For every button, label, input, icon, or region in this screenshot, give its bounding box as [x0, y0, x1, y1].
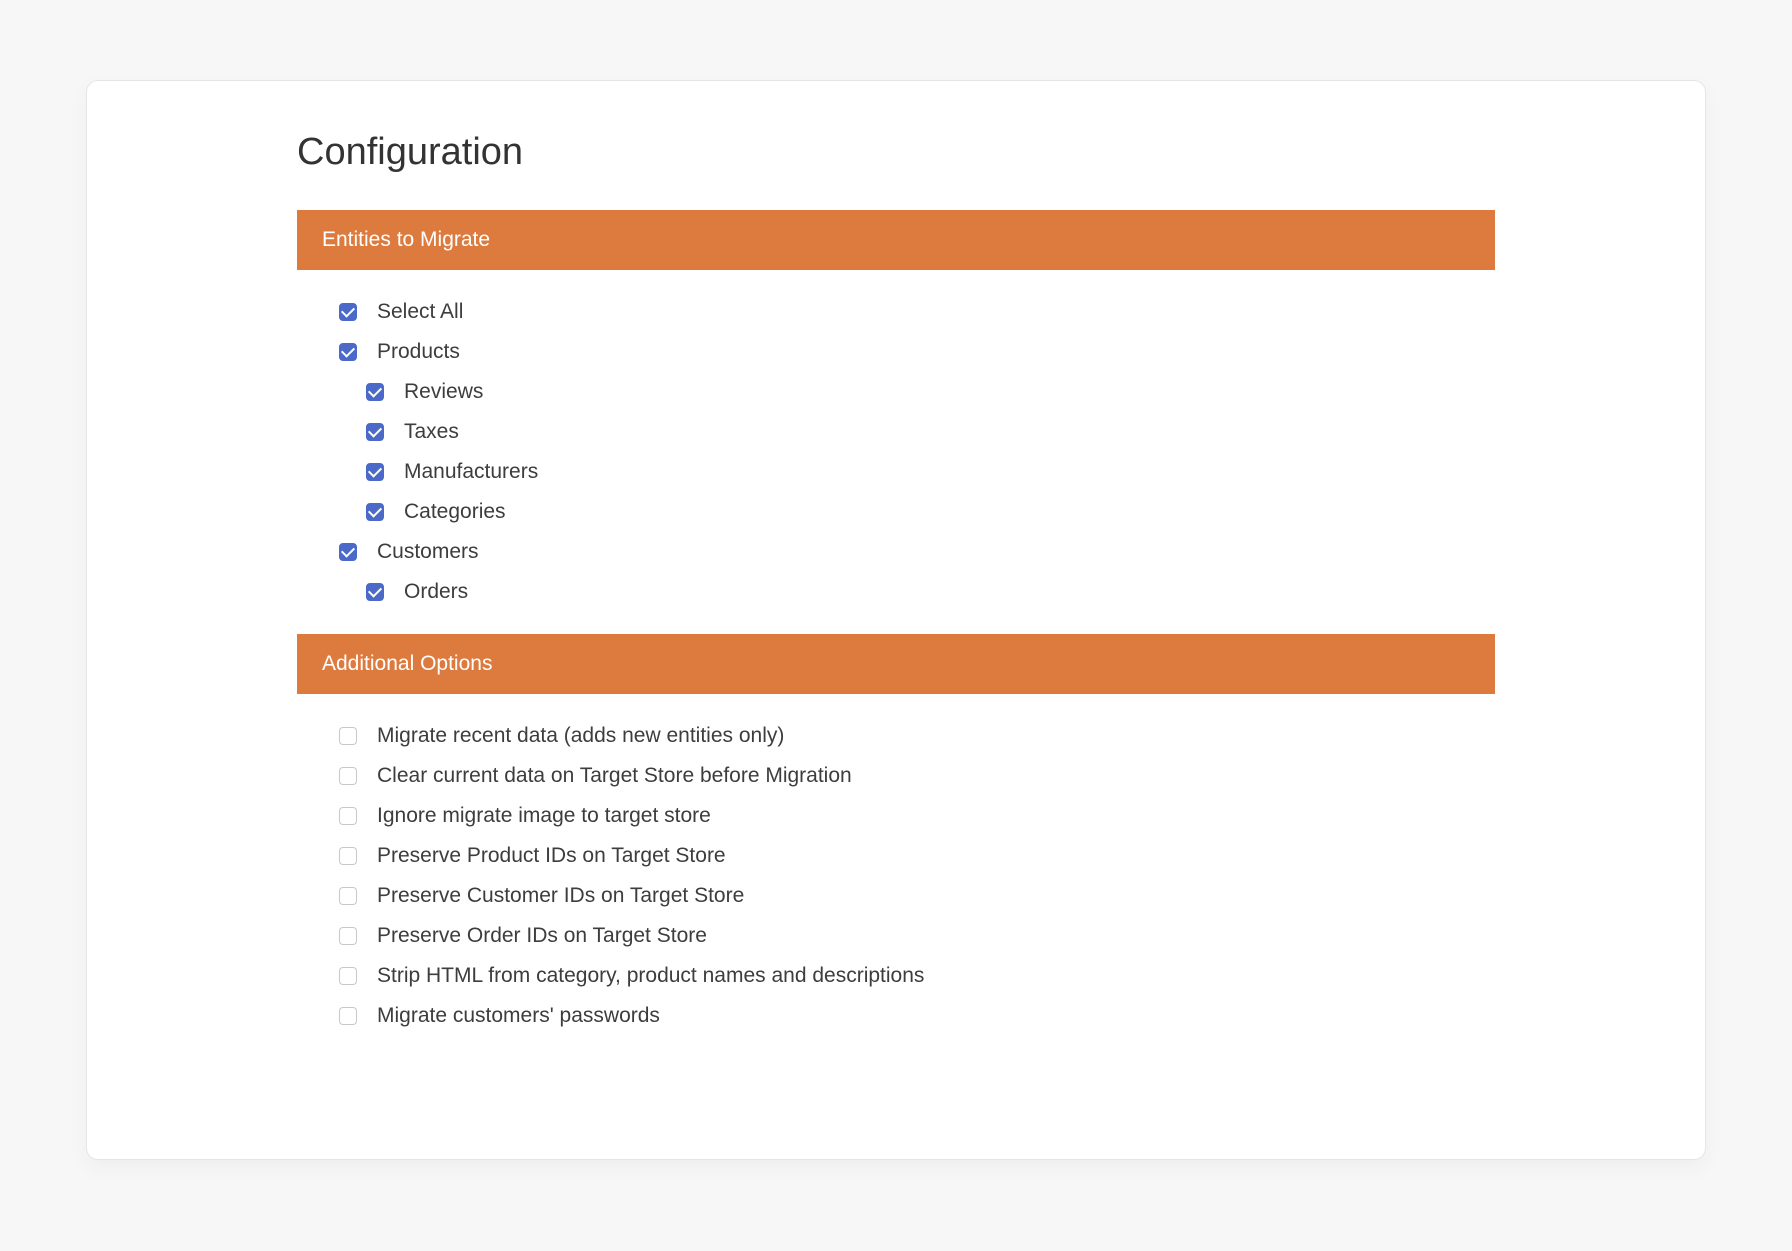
entities-section-body: Select All Products Reviews Taxes Manufactur…	[297, 300, 1495, 634]
entities-label-orders: Orders	[404, 580, 468, 604]
options-section-body: Migrate recent data (adds new entities o…	[297, 724, 1495, 1058]
options-row-strip-html-from-category-product-names-and-descriptions: Strip HTML from category, product names …	[339, 964, 1495, 988]
options-checkbox-migrate-recent-data-adds-new-entities-only[interactable]	[339, 727, 357, 745]
entities-row-reviews: Reviews	[339, 380, 1495, 404]
entities-checkbox-customers[interactable]	[339, 543, 357, 561]
entities-label-taxes: Taxes	[404, 420, 459, 444]
entities-row-manufacturers: Manufacturers	[339, 460, 1495, 484]
options-row-preserve-customer-ids-on-target-store: Preserve Customer IDs on Target Store	[339, 884, 1495, 908]
entities-label-select-all: Select All	[377, 300, 463, 324]
options-checkbox-strip-html-from-category-product-names-and-descriptions[interactable]	[339, 967, 357, 985]
entities-checkbox-orders[interactable]	[366, 583, 384, 601]
entities-label-customers: Customers	[377, 540, 479, 564]
options-checkbox-preserve-product-ids-on-target-store[interactable]	[339, 847, 357, 865]
options-label-migrate-recent-data-adds-new-entities-only: Migrate recent data (adds new entities o…	[377, 724, 784, 748]
entities-row-taxes: Taxes	[339, 420, 1495, 444]
options-label-preserve-product-ids-on-target-store: Preserve Product IDs on Target Store	[377, 844, 726, 868]
options-label-ignore-migrate-image-to-target-store: Ignore migrate image to target store	[377, 804, 711, 828]
page-title: Configuration	[297, 131, 1495, 174]
entities-label-manufacturers: Manufacturers	[404, 460, 538, 484]
entities-checkbox-manufacturers[interactable]	[366, 463, 384, 481]
options-row-migrate-recent-data-adds-new-entities-only: Migrate recent data (adds new entities o…	[339, 724, 1495, 748]
options-row-ignore-migrate-image-to-target-store: Ignore migrate image to target store	[339, 804, 1495, 828]
options-checkbox-preserve-order-ids-on-target-store[interactable]	[339, 927, 357, 945]
entities-row-select-all: Select All	[339, 300, 1495, 324]
entities-section-header: Entities to Migrate	[297, 210, 1495, 270]
options-section-header: Additional Options	[297, 634, 1495, 694]
options-label-preserve-customer-ids-on-target-store: Preserve Customer IDs on Target Store	[377, 884, 744, 908]
options-label-clear-current-data-on-target-store-before-migration: Clear current data on Target Store befor…	[377, 764, 852, 788]
entities-checkbox-reviews[interactable]	[366, 383, 384, 401]
options-row-migrate-customers-passwords: Migrate customers' passwords	[339, 1004, 1495, 1028]
options-checkbox-ignore-migrate-image-to-target-store[interactable]	[339, 807, 357, 825]
entities-checkbox-select-all[interactable]	[339, 303, 357, 321]
entities-row-customers: Customers	[339, 540, 1495, 564]
options-row-clear-current-data-on-target-store-before-migration: Clear current data on Target Store befor…	[339, 764, 1495, 788]
entities-label-products: Products	[377, 340, 460, 364]
options-checkbox-migrate-customers-passwords[interactable]	[339, 1007, 357, 1025]
entities-label-reviews: Reviews	[404, 380, 483, 404]
options-checkbox-preserve-customer-ids-on-target-store[interactable]	[339, 887, 357, 905]
entities-checkbox-products[interactable]	[339, 343, 357, 361]
entities-row-categories: Categories	[339, 500, 1495, 524]
entities-row-orders: Orders	[339, 580, 1495, 604]
entities-row-products: Products	[339, 340, 1495, 364]
entities-label-categories: Categories	[404, 500, 506, 524]
options-row-preserve-order-ids-on-target-store: Preserve Order IDs on Target Store	[339, 924, 1495, 948]
options-label-strip-html-from-category-product-names-and-descriptions: Strip HTML from category, product names …	[377, 964, 924, 988]
options-label-migrate-customers-passwords: Migrate customers' passwords	[377, 1004, 660, 1028]
options-label-preserve-order-ids-on-target-store: Preserve Order IDs on Target Store	[377, 924, 707, 948]
entities-checkbox-taxes[interactable]	[366, 423, 384, 441]
configuration-card: Configuration Entities to Migrate Select…	[86, 80, 1706, 1160]
options-row-preserve-product-ids-on-target-store: Preserve Product IDs on Target Store	[339, 844, 1495, 868]
options-checkbox-clear-current-data-on-target-store-before-migration[interactable]	[339, 767, 357, 785]
entities-checkbox-categories[interactable]	[366, 503, 384, 521]
